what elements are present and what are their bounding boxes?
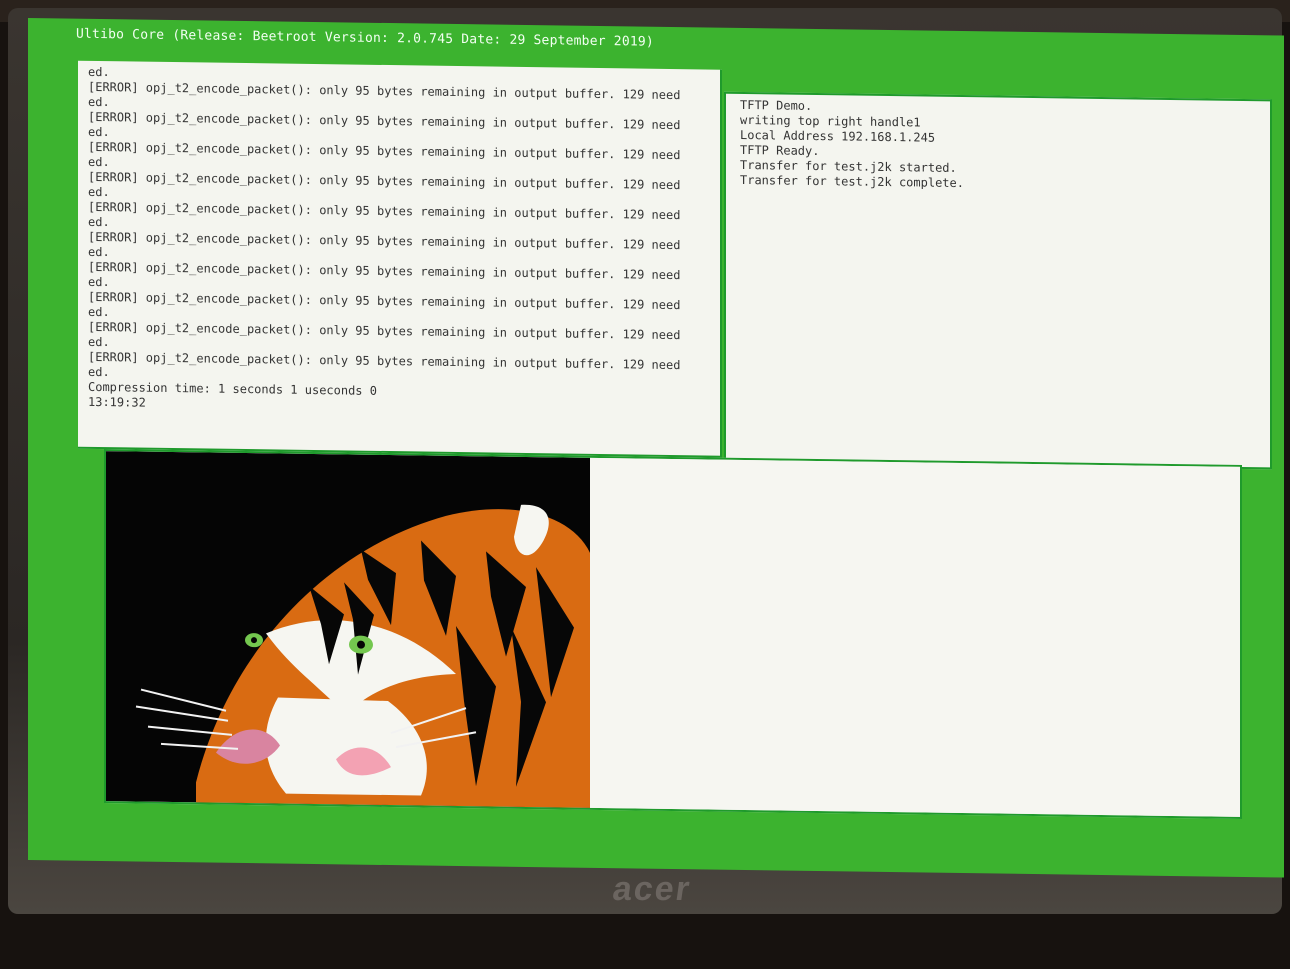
console-log-panel: ed. [ERROR] opj_t2_encode_packet(): only… (78, 60, 722, 458)
tftp-lines: TFTP Demo. writing top right handle1 Loc… (740, 98, 964, 191)
window-title: Ultibo Core (Release: Beetroot Version: … (76, 26, 654, 50)
tiger-image (106, 451, 590, 808)
image-display-panel (104, 449, 1242, 819)
empty-image-area (590, 457, 1240, 817)
ultibo-screen: Ultibo Core (Release: Beetroot Version: … (28, 18, 1284, 878)
tftp-status-panel: TFTP Demo. writing top right handle1 Loc… (724, 91, 1272, 470)
monitor-bezel: Ultibo Core (Release: Beetroot Version: … (8, 8, 1284, 914)
monitor-brand-logo: acer (610, 870, 694, 908)
tftp-line: Transfer for test.j2k complete. (740, 172, 964, 191)
log-lines: ed. [ERROR] opj_t2_encode_packet(): only… (88, 65, 680, 418)
